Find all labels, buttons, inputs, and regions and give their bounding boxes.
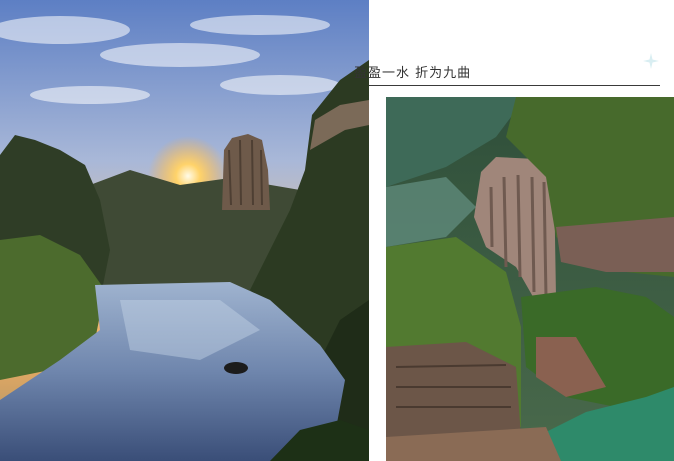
river-rock (224, 362, 248, 374)
sparkle-icon (643, 53, 659, 69)
photo-caption: 盈盈一水 折为九曲 (354, 66, 472, 81)
caption-divider (369, 85, 660, 86)
cliff-gorge-photo (386, 97, 674, 461)
sunset-river-photo (0, 0, 369, 461)
